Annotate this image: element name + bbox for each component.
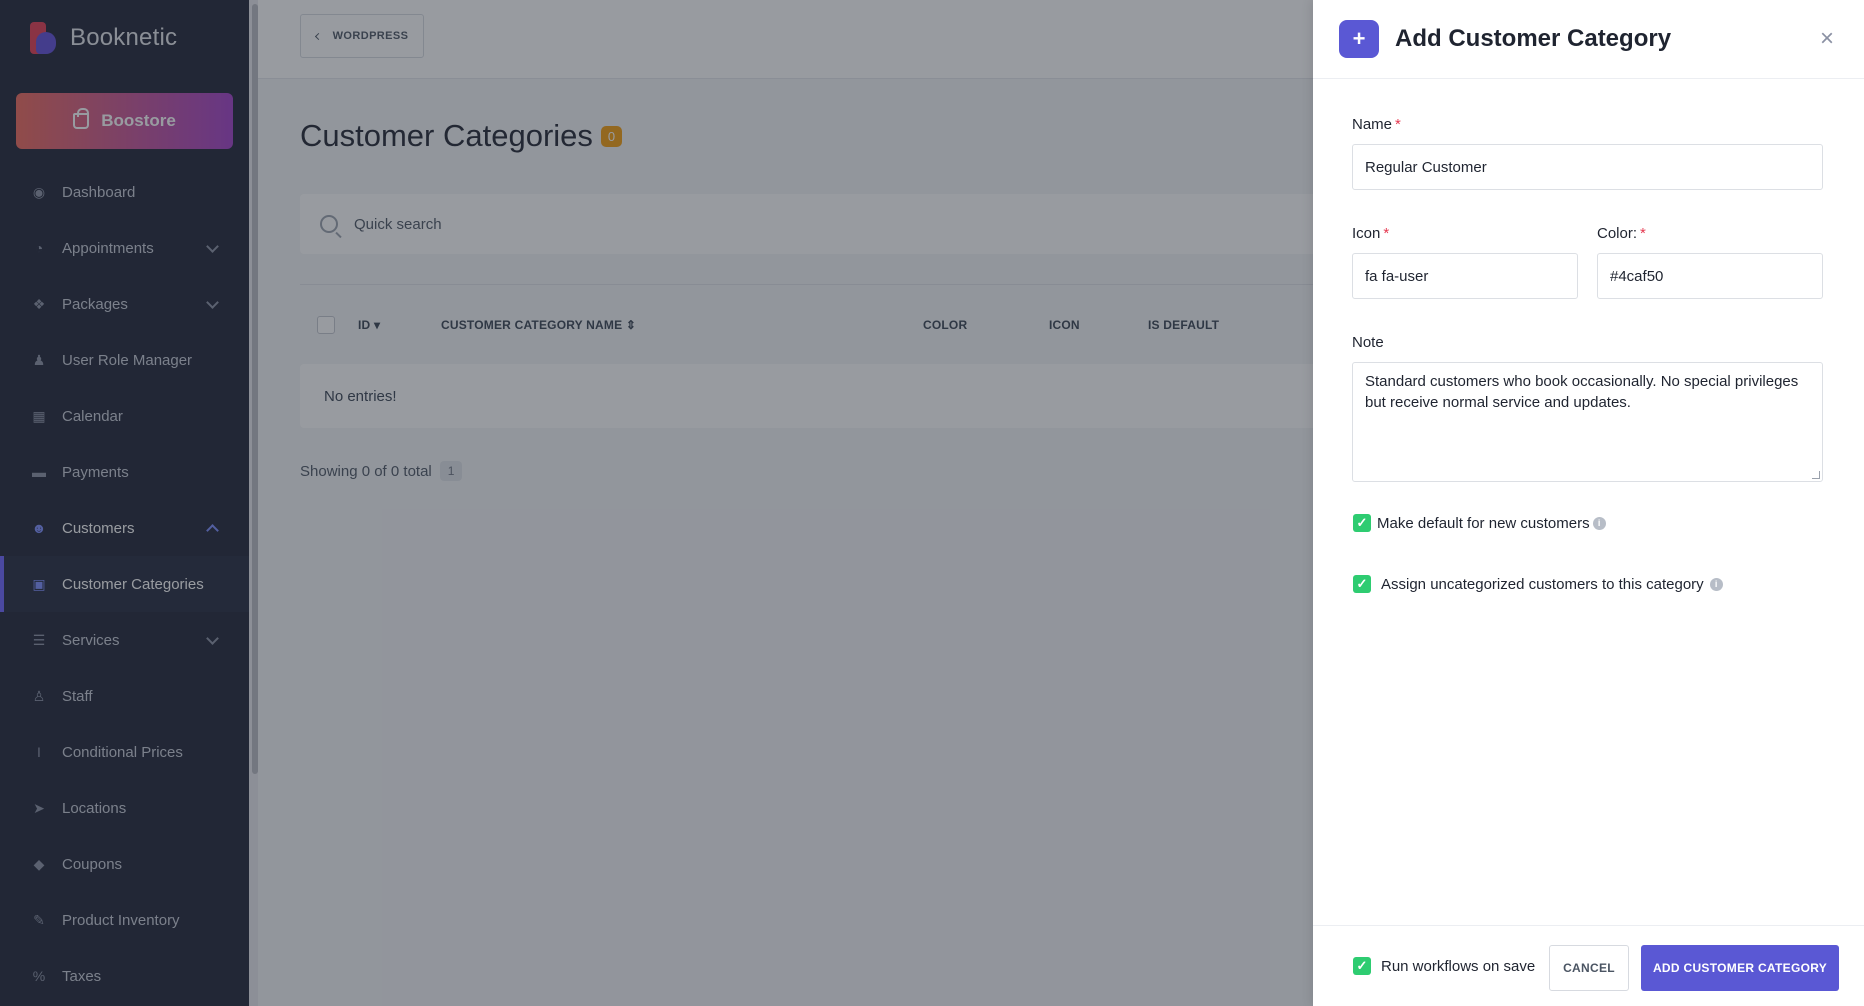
icon-field[interactable]: fa fa-user	[1352, 253, 1578, 299]
assign-uncategorized-checkbox[interactable]: ✓	[1353, 575, 1371, 593]
info-icon[interactable]: i	[1709, 577, 1723, 591]
add-category-drawer: + Add Customer Category × Name * Regular …	[1313, 0, 1864, 1006]
run-workflows-label: Run workflows on save	[1381, 957, 1536, 975]
make-default-label: Make default for new customers	[1377, 514, 1590, 532]
assign-uncategorized-label: Assign uncategorized customers to this c…	[1381, 575, 1704, 593]
resize-handle-icon[interactable]	[1812, 471, 1820, 479]
color-label: Color: *	[1597, 225, 1646, 242]
drawer-footer: ✓ Run workflows on save CANCEL ADD CUSTO…	[1313, 925, 1864, 1006]
drawer-title: Add Customer Category	[1395, 25, 1672, 52]
assign-checkbox-row: ✓ Assign uncategorized customers to this…	[1353, 575, 1723, 593]
note-text: Standard customers who book occasionally…	[1365, 373, 1799, 411]
make-default-checkbox[interactable]: ✓	[1353, 514, 1371, 532]
run-workflows-checkbox[interactable]: ✓	[1353, 957, 1371, 975]
info-icon[interactable]: i	[1592, 516, 1606, 530]
name-label: Name *	[1352, 116, 1401, 133]
run-workflows-row: ✓ Run workflows on save	[1353, 957, 1535, 975]
color-field[interactable]: #4caf50	[1597, 253, 1823, 299]
plus-icon: +	[1339, 20, 1379, 58]
name-field[interactable]: Regular Customer	[1352, 144, 1823, 190]
drawer-header: + Add Customer Category ×	[1313, 0, 1864, 79]
note-textarea[interactable]: Standard customers who book occasionally…	[1352, 362, 1823, 482]
default-checkbox-row: ✓ Make default for new customers i	[1353, 514, 1606, 532]
add-customer-category-button[interactable]: ADD CUSTOMER CATEGORY	[1641, 945, 1839, 991]
cancel-button[interactable]: CANCEL	[1549, 945, 1629, 991]
icon-label: Icon *	[1352, 225, 1390, 242]
close-icon[interactable]: ×	[1820, 25, 1834, 53]
note-label: Note	[1352, 334, 1384, 351]
